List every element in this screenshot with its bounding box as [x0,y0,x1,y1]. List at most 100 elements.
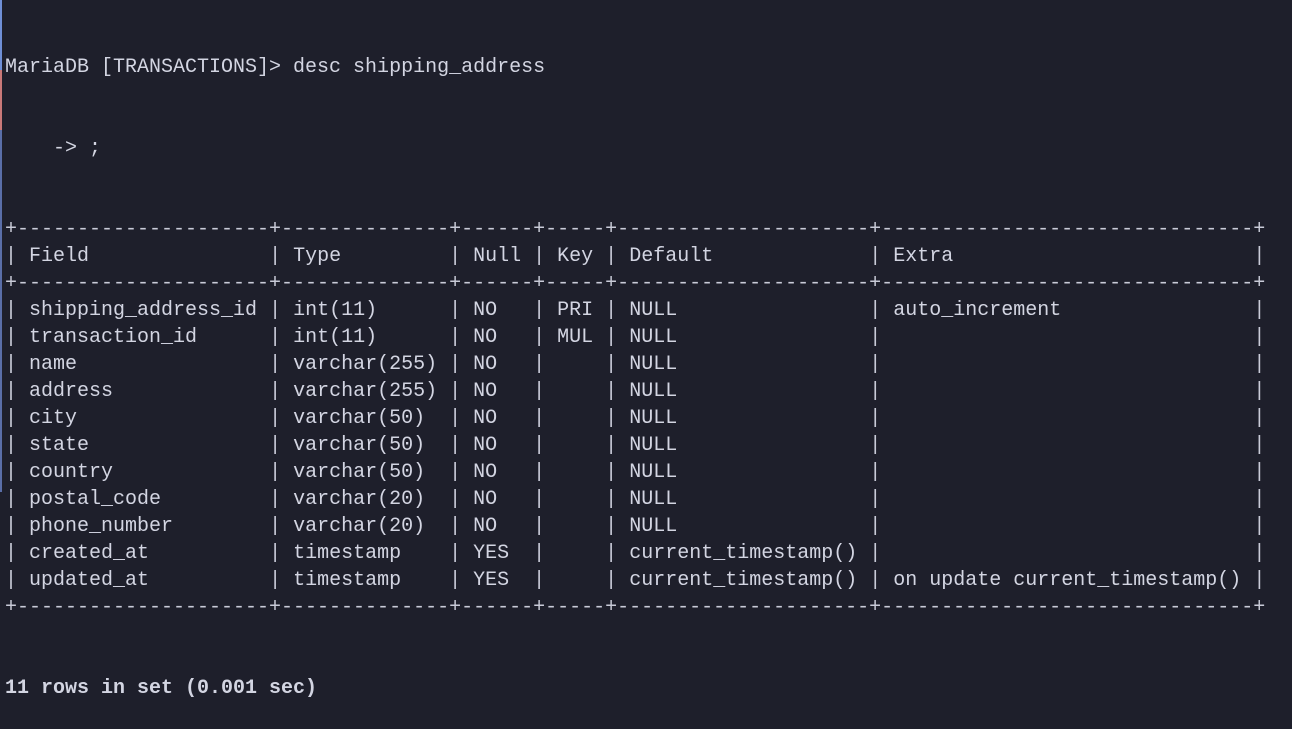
cell-field: state [29,434,270,457]
column-separator: | [533,515,558,538]
column-separator: | [1253,461,1266,484]
column-separator: | [533,299,558,322]
column-separator: | [605,542,630,565]
table-border: +---------------------+--------------+--… [5,218,1266,241]
column-separator: | [5,407,30,430]
column-separator: | [269,245,294,268]
column-separator: | [269,299,294,322]
column-separator: | [1253,245,1266,268]
column-separator: | [869,434,894,457]
table-row: | created_at | timestamp | YES | | curre… [5,540,1265,567]
column-separator: | [5,488,30,511]
column-separator: | [605,461,630,484]
cell-field: country [29,461,270,484]
table-row: | phone_number | varchar(20) | NO | | NU… [5,513,1265,540]
cell-extra [893,434,1253,457]
column-separator: | [605,569,630,592]
cell-type: int(11) [293,299,450,322]
cell-field: transaction_id [29,326,270,349]
column-separator: | [449,380,474,403]
column-separator: | [1253,380,1266,403]
cell-default: current_timestamp() [629,569,870,592]
column-separator: | [1253,299,1266,322]
column-separator: | [269,326,294,349]
table-row: | state | varchar(50) | NO | | NULL | | [5,432,1265,459]
cell-type: varchar(20) [293,515,450,538]
column-separator: | [5,326,30,349]
cell-type: varchar(50) [293,461,450,484]
cell-field: phone_number [29,515,270,538]
column-separator: | [449,353,474,376]
cell-null: NO [473,326,534,349]
gutter-marker [0,130,2,492]
cell-extra [893,515,1253,538]
cell-default: NULL [629,461,870,484]
column-separator: | [869,515,894,538]
cell-type: varchar(255) [293,353,450,376]
column-separator: | [605,299,630,322]
cell-type: timestamp [293,569,450,592]
column-separator: | [533,407,558,430]
cell-key [557,542,605,565]
column-separator: | [269,461,294,484]
cell-key: PRI [557,299,606,322]
table-row: | name | varchar(255) | NO | | NULL | | [5,351,1265,378]
cell-null: NO [473,380,534,403]
cell-null: NO [473,299,534,322]
cell-default: NULL [629,353,870,376]
cell-key [557,488,605,511]
column-separator: | [5,434,30,457]
column-separator: | [533,542,558,565]
cell-type: varchar(255) [293,380,450,403]
cell-null: NO [473,488,534,511]
column-separator: | [533,353,558,376]
column-separator: | [449,299,474,322]
column-separator: | [605,326,630,349]
header-type: Type [293,245,450,268]
column-separator: | [5,515,30,538]
cell-field: shipping_address_id [29,299,270,322]
column-separator: | [449,245,474,268]
column-separator: | [269,569,294,592]
cell-field: name [29,353,270,376]
cell-field: address [29,380,270,403]
cell-extra: auto_increment [893,299,1254,322]
table-row: | updated_at | timestamp | YES | | curre… [5,567,1265,594]
cell-null: YES [473,542,534,565]
column-separator: | [533,380,558,403]
column-separator: | [449,407,474,430]
cell-key [557,434,605,457]
cell-extra [893,353,1253,376]
column-separator: | [533,569,558,592]
cell-extra [893,542,1253,565]
cell-extra [893,407,1253,430]
column-separator: | [269,353,294,376]
cell-extra [893,488,1253,511]
column-separator: | [269,407,294,430]
column-separator: | [533,488,558,511]
column-separator: | [605,407,630,430]
column-separator: | [1253,515,1266,538]
cell-extra: on update current_timestamp() [893,569,1254,592]
terminal-output: MariaDB [TRANSACTIONS]> desc shipping_ad… [5,0,1265,729]
column-separator: | [449,326,474,349]
column-separator: | [449,542,474,565]
column-separator: | [533,245,558,268]
column-separator: | [869,488,894,511]
column-separator: | [449,488,474,511]
cell-null: NO [473,353,534,376]
table-border: +---------------------+--------------+--… [5,272,1266,295]
column-separator: | [449,515,474,538]
cell-type: int(11) [293,326,450,349]
cell-type: varchar(20) [293,488,450,511]
table-row: | postal_code | varchar(20) | NO | | NUL… [5,486,1265,513]
cell-type: timestamp [293,542,450,565]
gutter-marker [0,0,2,70]
cell-field: updated_at [29,569,270,592]
cell-field: postal_code [29,488,270,511]
column-separator: | [605,434,630,457]
column-separator: | [869,461,894,484]
column-separator: | [869,353,894,376]
column-separator: | [869,542,894,565]
cell-extra [893,380,1253,403]
